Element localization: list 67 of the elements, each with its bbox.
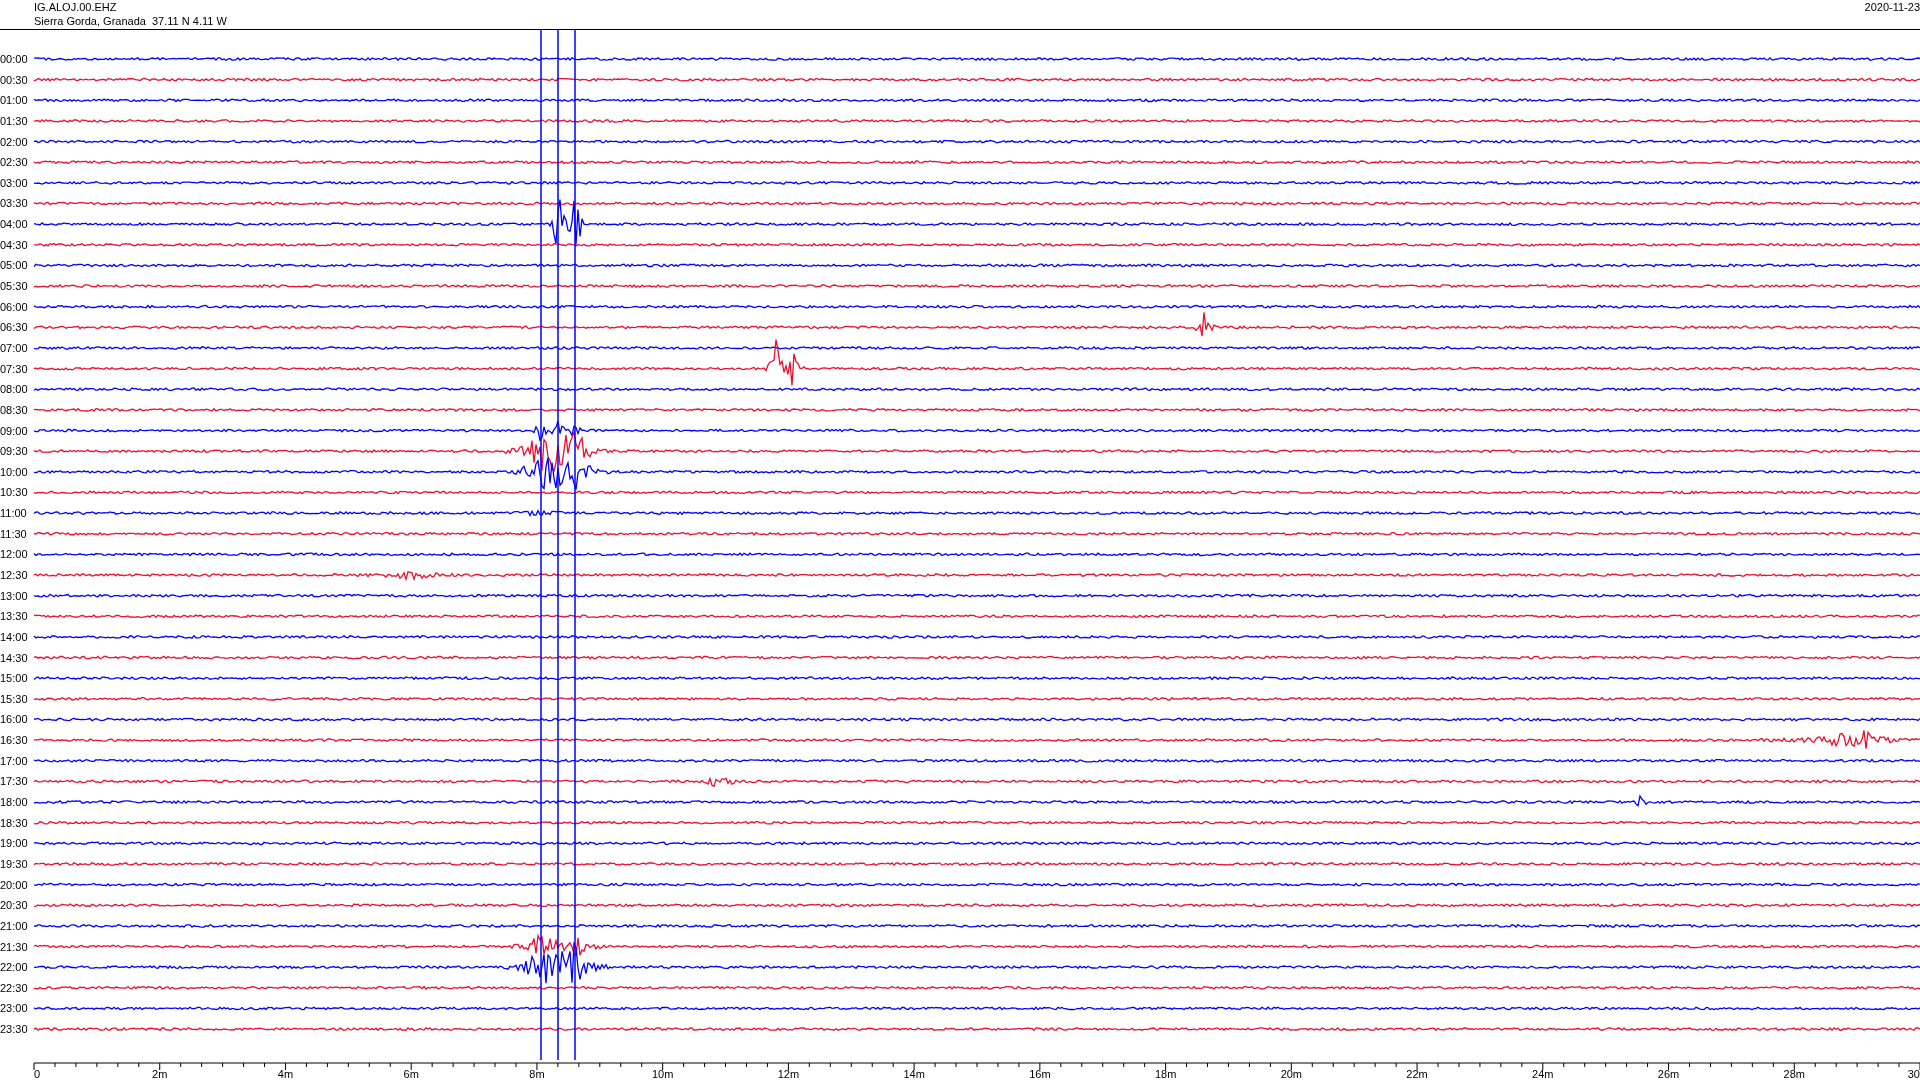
time-label: 01:00 — [0, 94, 28, 107]
time-label: 04:00 — [0, 218, 28, 231]
axis-label: 10m — [651, 1068, 674, 1080]
time-label: 07:00 — [0, 341, 28, 354]
time-label: 19:00 — [0, 837, 28, 850]
axis-label: 16m — [1029, 1068, 1051, 1080]
time-label: 18:00 — [0, 796, 28, 809]
axis-label: 30 — [1907, 1068, 1920, 1080]
time-label: 16:00 — [0, 713, 28, 726]
time-label: 03:30 — [0, 197, 28, 210]
time-label: 09:00 — [0, 424, 28, 437]
time-label: 04:30 — [0, 238, 28, 251]
time-label: 21:00 — [0, 919, 28, 932]
time-label: 08:00 — [0, 383, 28, 396]
time-label: 00:30 — [0, 73, 28, 86]
time-label: 08:30 — [0, 403, 28, 416]
time-label: 22:00 — [0, 961, 28, 974]
time-label: 16:30 — [0, 734, 28, 747]
time-label: 22:30 — [0, 981, 28, 994]
axis-label: 0 — [34, 1068, 41, 1080]
time-label: 06:30 — [0, 321, 28, 334]
station-location: Sierra Gorda, Granada 37.11 N 4.11 W — [34, 14, 227, 28]
time-label: 19:30 — [0, 857, 28, 870]
axis-label: 28m — [1783, 1068, 1805, 1080]
axis-label: 20m — [1280, 1068, 1303, 1080]
axis-label: 2m — [152, 1068, 168, 1080]
axis-label: 12m — [777, 1068, 800, 1080]
time-label: 11:30 — [0, 527, 27, 540]
time-label: 21:30 — [0, 940, 28, 953]
axis-label: 18m — [1154, 1068, 1177, 1080]
time-label: 17:30 — [0, 775, 28, 788]
time-label: 15:30 — [0, 692, 28, 705]
time-label: 12:00 — [0, 548, 28, 561]
axis-label: 22m — [1406, 1068, 1428, 1080]
time-label: 17:00 — [0, 754, 28, 767]
time-label: 20:30 — [0, 899, 28, 912]
time-label: 13:30 — [0, 610, 28, 623]
time-label: 13:00 — [0, 589, 28, 602]
time-label: 11:00 — [0, 507, 27, 520]
time-label: 14:30 — [0, 651, 28, 664]
time-label: 06:00 — [0, 300, 28, 313]
time-label: 00:00 — [0, 53, 28, 65]
time-label: 01:30 — [0, 114, 28, 127]
time-label: 02:30 — [0, 156, 28, 169]
time-label: 23:30 — [0, 1023, 28, 1036]
date-label: 2020-11-23 — [1864, 0, 1920, 15]
axis-label: 4m — [277, 1068, 294, 1080]
time-label: 18:30 — [0, 816, 28, 829]
time-label: 05:00 — [0, 259, 28, 272]
axis-label: 6m — [403, 1068, 419, 1080]
axis-label: 8m — [529, 1068, 545, 1080]
time-label: 02:00 — [0, 135, 28, 148]
time-label: 14:00 — [0, 630, 28, 643]
time-label: 05:30 — [0, 280, 28, 293]
time-label: 12:30 — [0, 569, 28, 581]
axis-label: 26m — [1657, 1068, 1680, 1080]
axis-label: 24m — [1532, 1068, 1554, 1080]
time-label: 10:00 — [0, 465, 28, 478]
station-code: IG.ALOJ.00.EHZ — [34, 0, 118, 14]
time-label: 10:30 — [0, 486, 28, 499]
time-label: 15:00 — [0, 672, 28, 685]
time-label: 20:00 — [0, 878, 28, 891]
time-label: 23:00 — [0, 1002, 28, 1015]
time-label: 09:30 — [0, 445, 28, 458]
time-label: 03:00 — [0, 176, 28, 189]
axis-label: 14m — [903, 1068, 925, 1080]
time-label: 07:30 — [0, 362, 28, 375]
